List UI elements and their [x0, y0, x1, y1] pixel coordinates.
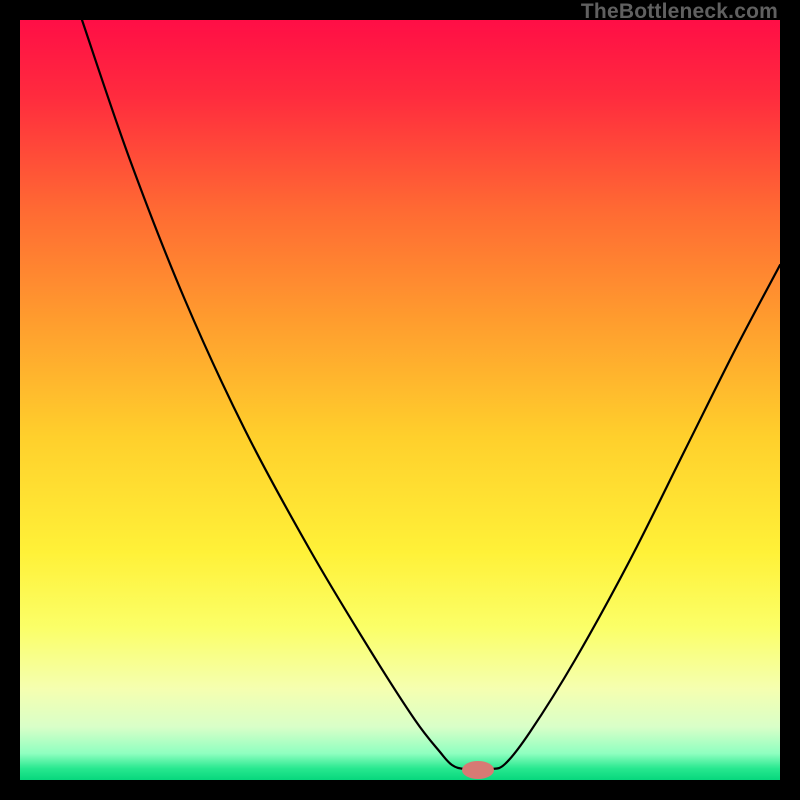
bottleneck-chart — [20, 20, 780, 780]
optimal-marker — [462, 761, 494, 779]
attribution-text: TheBottleneck.com — [581, 0, 778, 24]
chart-background — [20, 20, 780, 780]
